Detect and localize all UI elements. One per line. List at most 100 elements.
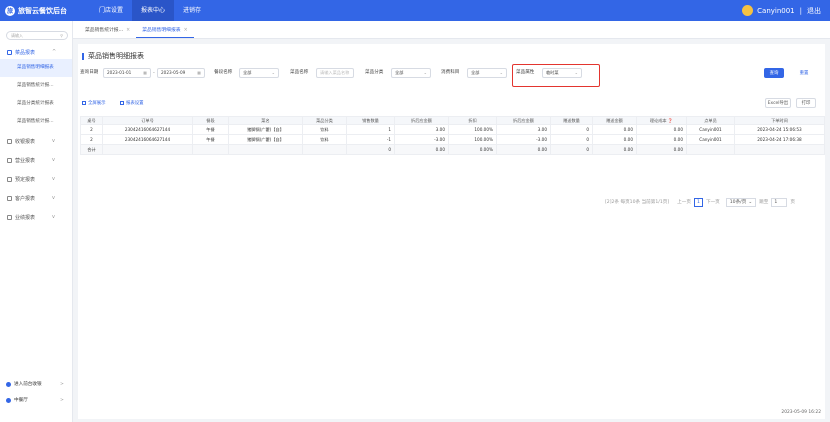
sidebar-group-reservation[interactable]: 预定报表 v xyxy=(0,172,72,186)
business-icon xyxy=(7,157,12,163)
date-start-input[interactable]: 2023-01-01 ▦ xyxy=(103,68,151,78)
close-icon[interactable]: × xyxy=(126,28,130,33)
page-size-select[interactable]: 10条/页 ⌄ xyxy=(725,197,757,207)
table-cell: 饮料 xyxy=(302,134,347,145)
expand-button[interactable]: 全屏展示 xyxy=(82,98,106,107)
query-date-label: 查询日期 xyxy=(80,70,99,75)
date-end-value: 2023-05-09 xyxy=(161,70,186,75)
sidebar-group-performance[interactable]: 业绩报表 v xyxy=(0,210,72,224)
column-header: 桌号 xyxy=(80,116,103,125)
enter-cashier-link[interactable]: 进入前台收银 > xyxy=(0,379,73,389)
excel-export-button[interactable]: Excel导出 xyxy=(765,98,791,108)
meal-value: 全部 xyxy=(243,70,252,75)
table-cell: 饮料 xyxy=(302,124,347,135)
calendar-icon: ▦ xyxy=(197,70,201,75)
user-name[interactable]: Canyin001 xyxy=(757,7,795,15)
column-header: 菜品分类 xyxy=(302,116,347,125)
sidebar-group-label: 收银报表 xyxy=(15,138,36,145)
restaurant-switch[interactable]: 中餐厅 > xyxy=(0,395,73,405)
search-placeholder: 请输入 xyxy=(11,32,23,38)
chevron-down-icon: v xyxy=(52,157,55,163)
goto-page-input[interactable]: 1 xyxy=(771,197,788,207)
column-header: 折扣 xyxy=(448,116,497,125)
table-cell: 0.00% xyxy=(448,144,497,155)
table-cell: 0.00 xyxy=(636,124,687,135)
consume-value: 全部 xyxy=(471,70,480,75)
sidebar-group-business[interactable]: 营业报表 v xyxy=(0,153,72,167)
table-cell: 2023-04-24 15:06:53 xyxy=(734,124,825,135)
date-separator: - xyxy=(153,70,155,76)
table-cell: 1 xyxy=(346,124,395,135)
logout-link[interactable]: 退出 xyxy=(807,6,821,16)
table-cell: 午餐 xyxy=(192,124,229,135)
sidebar-item-dish-sales-stats-2[interactable]: 菜品销售统计报... xyxy=(0,113,72,131)
meal-select[interactable]: 全部 ⌄ xyxy=(239,68,279,78)
avatar[interactable] xyxy=(742,5,754,16)
sidebar-group-cashier[interactable]: 收银报表 v xyxy=(0,134,72,148)
report-settings-button[interactable]: 报表设置 xyxy=(120,98,144,107)
footer-label: 进入前台收银 xyxy=(14,382,42,387)
table-cell: -3.00 xyxy=(496,134,551,145)
table-cell: 0.00 xyxy=(636,144,687,155)
chevron-down-icon: v xyxy=(52,195,55,201)
table-cell: 猪脚锅(广藿)【自】 xyxy=(228,134,303,145)
category-select[interactable]: 全部 ⌄ xyxy=(391,68,431,78)
main-panel: 菜品销售明细报表 查询日期 2023-01-01 ▦ - 2023-05-09 ▦ … xyxy=(78,44,825,419)
sidebar-group-label: 营业报表 xyxy=(15,157,36,164)
table-cell xyxy=(192,144,229,155)
datetime-display: 2023-05-09 16:22 xyxy=(781,410,821,415)
tab-dish-sales-detail[interactable]: 菜品销售明细报表 × xyxy=(136,24,194,38)
table-cell: 3.00 xyxy=(496,124,551,135)
column-header: 菜名 xyxy=(228,116,303,125)
print-button[interactable]: 打印 xyxy=(796,98,816,108)
consume-label: 消费科目 xyxy=(441,70,460,75)
table-cell xyxy=(228,144,303,155)
tab-dish-sales-stats[interactable]: 菜品销售统计报... × xyxy=(79,24,136,38)
dish-name-input[interactable]: 请输入菜品名称 xyxy=(316,68,354,78)
app-logo[interactable]: 旅 旅智云餐饮后台 xyxy=(0,5,90,16)
sidebar-item-dish-sales-stats[interactable]: 菜品销售统计报... xyxy=(0,77,72,95)
table-cell: 23042416064627144 xyxy=(102,134,193,145)
sidebar-group-customer[interactable]: 客户报表 v xyxy=(0,191,72,205)
prev-page-button[interactable]: 上一页 xyxy=(677,199,691,205)
page-number-button[interactable]: 1 xyxy=(693,197,703,207)
consume-select[interactable]: 全部 ⌄ xyxy=(467,68,507,78)
highlight-box xyxy=(512,64,600,87)
table-cell: 0 xyxy=(550,134,593,145)
chevron-down-icon: v xyxy=(52,138,55,144)
nav-inventory[interactable]: 进销存 xyxy=(174,0,210,21)
column-header: 点单员 xyxy=(686,116,735,125)
close-icon[interactable]: × xyxy=(184,28,188,33)
column-header: 餐段 xyxy=(192,116,229,125)
logo-icon: 旅 xyxy=(5,5,15,16)
query-button[interactable]: 查询 xyxy=(764,68,784,78)
sidebar-item-dish-sales-detail[interactable]: 菜品销售明细报表 xyxy=(0,59,72,77)
sidebar-search-input[interactable]: 请输入 ⚲ xyxy=(6,31,68,40)
top-nav: 门店设置 报表中心 进销存 xyxy=(90,0,210,21)
nav-report-center[interactable]: 报表中心 xyxy=(132,0,175,21)
column-header: 下单时间 xyxy=(734,116,825,125)
sidebar-item-dish-category-stats[interactable]: 菜品分类统计报表 xyxy=(0,95,72,113)
performance-icon xyxy=(7,214,12,220)
customer-icon xyxy=(7,195,12,201)
table-cell: -1 xyxy=(346,134,395,145)
table-cell: 0 xyxy=(346,144,395,155)
table-cell xyxy=(102,144,193,155)
user-area: Canyin001 | 退出 xyxy=(742,0,821,21)
date-end-input[interactable]: 2023-05-09 ▦ xyxy=(157,68,205,78)
chevron-up-icon: ^ xyxy=(52,49,57,55)
next-page-button[interactable]: 下一页 xyxy=(706,199,720,205)
table-cell: 合计 xyxy=(80,144,103,155)
sidebar-group-label: 客户报表 xyxy=(15,195,36,202)
chevron-down-icon: ⌄ xyxy=(748,199,753,205)
table-cell xyxy=(734,144,825,155)
expand-label: 全屏展示 xyxy=(88,100,106,106)
reset-button[interactable]: 重置 xyxy=(794,68,814,78)
pagination-info: [2]2条 每页10条 当前第1/1页] xyxy=(605,200,670,205)
table-cell: 0.00 xyxy=(592,124,637,135)
column-header: 销售数量 xyxy=(346,116,395,125)
sidebar-group-dish-report[interactable]: 菜品报表 ^ xyxy=(0,45,72,59)
table-cell: 2 xyxy=(80,134,103,145)
page-unit-label: 页 xyxy=(790,200,795,205)
nav-store-settings[interactable]: 门店设置 xyxy=(90,0,132,21)
